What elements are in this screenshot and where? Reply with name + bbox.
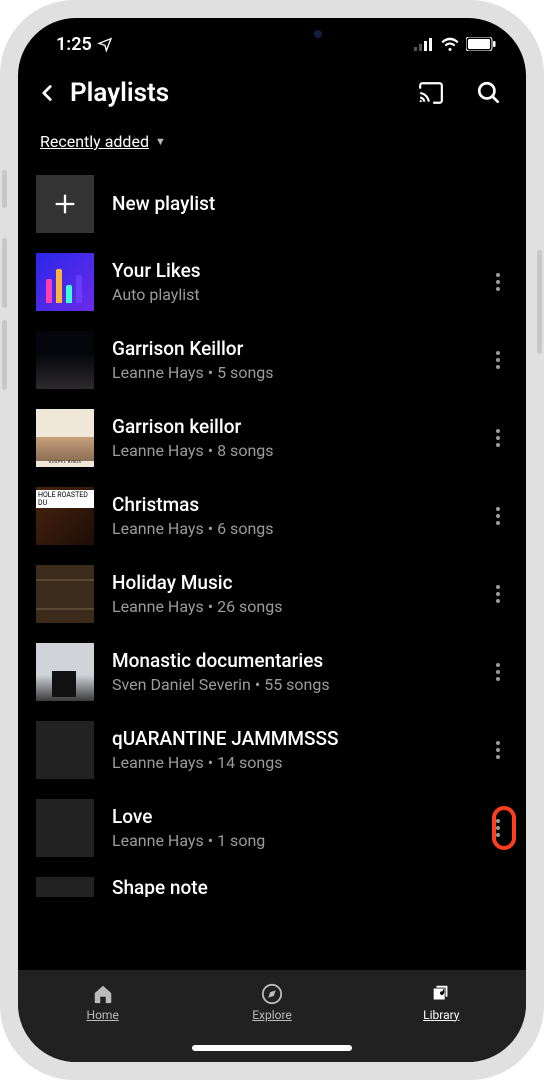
playlist-subtitle: Leanne Hays • 8 songs xyxy=(112,441,466,460)
playlist-subtitle: Leanne Hays • 6 songs xyxy=(112,519,466,538)
playlist-subtitle: Leanne Hays • 14 songs xyxy=(112,753,466,772)
back-button[interactable] xyxy=(32,78,62,108)
nav-home-label: Home xyxy=(87,1008,119,1022)
playlist-title: Christmas xyxy=(112,494,466,517)
playlist-thumbnail xyxy=(36,643,94,701)
playlist-thumbnail: HOLE ROASTED DU xyxy=(36,487,94,545)
nav-explore[interactable]: Explore xyxy=(187,970,356,1034)
volume-down-button xyxy=(2,320,7,390)
home-icon xyxy=(91,983,115,1005)
chevron-left-icon xyxy=(34,80,60,106)
volume-up-button xyxy=(2,238,7,308)
playlist-title: Your Likes xyxy=(112,260,466,283)
more-options-button[interactable] xyxy=(484,340,512,380)
home-indicator[interactable] xyxy=(18,1034,526,1062)
library-icon xyxy=(429,983,453,1005)
sort-label: Recently added xyxy=(40,132,149,151)
playlist-title: Garrison Keillor xyxy=(112,338,466,361)
notch xyxy=(162,18,382,50)
playlist-row[interactable]: Your Likes Auto playlist xyxy=(36,243,518,321)
playlist-list: New playlist Your Likes Auto playlist Garr… xyxy=(18,165,526,970)
playlist-thumbnail xyxy=(36,253,94,311)
playlist-row[interactable]: GOSPEL BIRDS Garrison keillor Leanne Hays … xyxy=(36,399,518,477)
cast-icon xyxy=(417,80,445,106)
playlist-thumbnail xyxy=(36,877,94,897)
playlist-title: Monastic documentaries xyxy=(112,650,466,673)
playlist-thumbnail xyxy=(36,565,94,623)
search-icon xyxy=(476,80,502,106)
playlist-thumbnail: GOSPEL BIRDS xyxy=(36,409,94,467)
playlist-subtitle: Leanne Hays • 1 song xyxy=(112,831,466,850)
bottom-nav: Home Explore Library xyxy=(18,970,526,1034)
device-frame: 1:25 Playlists xyxy=(0,0,544,1080)
chevron-down-icon: ▼ xyxy=(155,135,166,148)
more-options-button[interactable] xyxy=(484,418,512,458)
sort-selector[interactable]: Recently added ▼ xyxy=(18,118,526,165)
nav-library-label: Library xyxy=(423,1008,459,1022)
wifi-icon xyxy=(440,37,460,51)
screen: 1:25 Playlists xyxy=(18,18,526,1062)
playlist-subtitle: Auto playlist xyxy=(112,285,466,304)
more-options-button[interactable] xyxy=(484,730,512,770)
playlist-subtitle: Sven Daniel Severin • 55 songs xyxy=(112,675,466,694)
new-playlist-label: New playlist xyxy=(112,193,518,216)
playlist-subtitle: Leanne Hays • 5 songs xyxy=(112,363,466,382)
playlist-title: qUARANTINE JAMMMSSS xyxy=(112,728,466,751)
playlist-row[interactable]: Love Leanne Hays • 1 song xyxy=(36,789,518,867)
nav-library[interactable]: Library xyxy=(357,970,526,1034)
new-playlist-button[interactable]: New playlist xyxy=(36,165,518,243)
playlist-row[interactable]: qUARANTINE JAMMMSSS Leanne Hays • 14 song… xyxy=(36,711,518,789)
playlist-title: Love xyxy=(112,806,466,829)
playlist-subtitle: Leanne Hays • 26 songs xyxy=(112,597,466,616)
playlist-row[interactable]: Garrison Keillor Leanne Hays • 5 songs xyxy=(36,321,518,399)
cellular-icon xyxy=(414,37,434,51)
playlist-title: Garrison keillor xyxy=(112,416,466,439)
playlist-row[interactable]: Holiday Music Leanne Hays • 26 songs xyxy=(36,555,518,633)
power-button xyxy=(537,250,542,354)
playlist-row[interactable]: Monastic documentaries Sven Daniel Severi… xyxy=(36,633,518,711)
battery-icon xyxy=(466,37,496,51)
nav-home[interactable]: Home xyxy=(18,970,187,1034)
more-options-button[interactable] xyxy=(484,652,512,692)
nav-explore-label: Explore xyxy=(252,1008,292,1022)
playlist-thumbnail xyxy=(36,721,94,779)
playlist-row[interactable]: HOLE ROASTED DU Christmas Leanne Hays • 6 … xyxy=(36,477,518,555)
app-header: Playlists xyxy=(18,70,526,118)
status-time: 1:25 xyxy=(56,34,92,55)
highlight-ring xyxy=(492,806,516,850)
playlist-thumbnail xyxy=(36,331,94,389)
more-options-button[interactable] xyxy=(484,574,512,614)
playlist-thumbnail xyxy=(36,799,94,857)
search-button[interactable] xyxy=(474,78,504,108)
location-icon xyxy=(97,36,113,52)
cast-button[interactable] xyxy=(416,78,446,108)
page-title: Playlists xyxy=(70,78,169,108)
playlist-title: Shape note xyxy=(112,877,518,897)
playlist-title: Holiday Music xyxy=(112,572,466,595)
compass-icon xyxy=(260,983,284,1005)
mute-switch xyxy=(2,170,7,208)
plus-icon xyxy=(36,175,94,233)
more-options-button[interactable] xyxy=(484,496,512,536)
more-options-button[interactable] xyxy=(484,262,512,302)
playlist-row[interactable]: Shape note xyxy=(36,867,518,897)
